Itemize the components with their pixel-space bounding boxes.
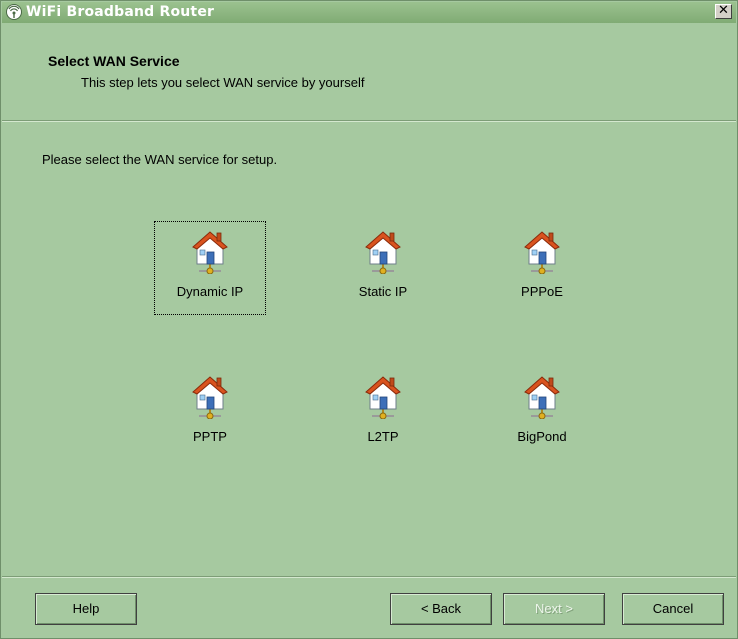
wan-option-label: BigPond [517,429,567,444]
help-button[interactable]: Help [35,593,137,625]
house-network-icon [190,373,230,420]
footer-divider [2,576,736,578]
house-network-icon [363,373,403,420]
house-network-icon [522,373,562,420]
wan-option-l2tp[interactable]: L2TP [328,367,438,459]
close-button[interactable]: ✕ [715,4,732,19]
title-bar[interactable]: WiFi Broadband Router ✕ [2,2,736,23]
wan-option-label: Static IP [358,284,408,299]
wan-option-bigpond[interactable]: BigPond [487,367,597,459]
close-icon: ✕ [718,3,729,18]
next-button[interactable]: Next > [503,593,605,625]
house-network-icon [190,228,230,275]
wan-option-pptp[interactable]: PPTP [155,367,265,459]
window-title: WiFi Broadband Router [26,4,215,20]
wan-option-static-ip[interactable]: Static IP [328,222,438,314]
back-button[interactable]: < Back [390,593,492,625]
wan-option-label: Dynamic IP [176,284,244,299]
house-network-icon [522,228,562,275]
step-description: This step lets you select WAN service by… [81,75,365,90]
router-app-icon [6,4,22,20]
instruction-text: Please select the WAN service for setup. [42,152,278,167]
wizard-header: Select WAN Service This step lets you se… [2,23,736,119]
wizard-window: WiFi Broadband Router ✕ Select WAN Servi… [0,0,738,639]
wan-option-label: PPTP [193,429,227,444]
cancel-button[interactable]: Cancel [622,593,724,625]
house-network-icon [363,228,403,275]
wan-option-label: L2TP [367,429,399,444]
wan-option-pppoe[interactable]: PPPoE [487,222,597,314]
wan-option-dynamic-ip[interactable]: Dynamic IP [154,221,266,315]
header-divider [2,120,736,122]
step-title: Select WAN Service [48,53,180,69]
wan-option-label: PPPoE [521,284,563,299]
